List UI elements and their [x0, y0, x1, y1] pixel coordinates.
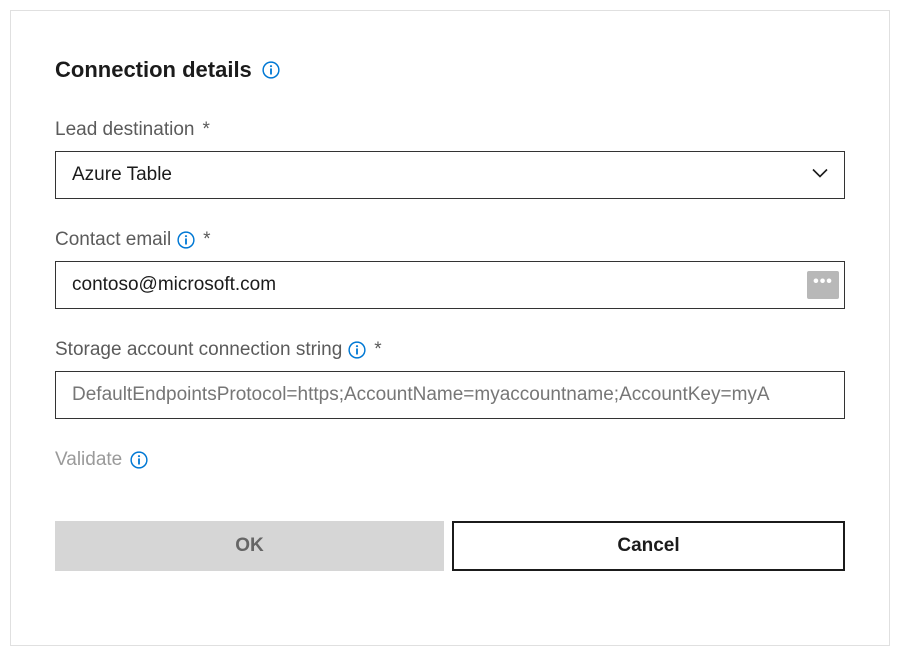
- info-icon[interactable]: [348, 341, 366, 359]
- lead-destination-select-wrapper: Azure Table: [55, 151, 845, 199]
- connection-details-panel: Connection details Lead destination * Az…: [10, 10, 890, 646]
- info-icon[interactable]: [130, 451, 148, 469]
- ok-button[interactable]: OK: [55, 521, 444, 571]
- connection-string-label: Storage account connection string: [55, 339, 342, 361]
- label-row: Lead destination *: [55, 119, 845, 141]
- button-row: OK Cancel: [55, 521, 845, 571]
- label-row: Contact email *: [55, 229, 845, 251]
- contact-email-input[interactable]: [55, 261, 845, 309]
- contact-email-field: Contact email * •••: [55, 229, 845, 309]
- connection-string-input[interactable]: [55, 371, 845, 419]
- validate-row: Validate: [55, 449, 845, 471]
- info-icon[interactable]: [262, 61, 280, 79]
- validate-link[interactable]: Validate: [55, 449, 122, 471]
- lead-destination-select[interactable]: Azure Table: [55, 151, 845, 199]
- lead-destination-field: Lead destination * Azure Table: [55, 119, 845, 199]
- label-row: Storage account connection string *: [55, 339, 845, 361]
- lead-destination-label: Lead destination: [55, 119, 194, 141]
- lead-destination-value: Azure Table: [72, 164, 172, 186]
- contact-email-label: Contact email: [55, 229, 171, 251]
- more-options-icon[interactable]: •••: [807, 271, 839, 299]
- info-icon[interactable]: [177, 231, 195, 249]
- connection-string-field: Storage account connection string *: [55, 339, 845, 419]
- contact-email-wrapper: •••: [55, 261, 845, 309]
- required-indicator: *: [203, 229, 210, 251]
- required-indicator: *: [374, 339, 381, 361]
- cancel-button[interactable]: Cancel: [452, 521, 845, 571]
- panel-title: Connection details: [55, 57, 252, 83]
- title-row: Connection details: [55, 57, 845, 83]
- required-indicator: *: [202, 119, 209, 141]
